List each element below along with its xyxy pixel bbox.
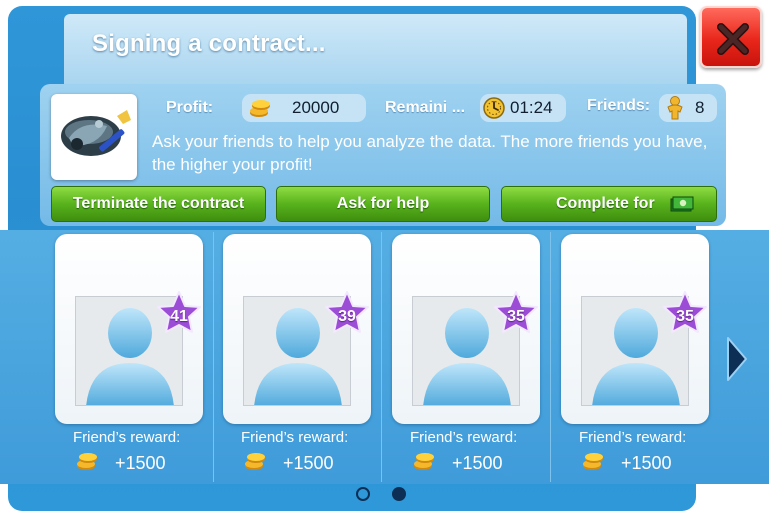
friend-card[interactable]: 35 — [561, 234, 709, 424]
contract-icon — [51, 94, 137, 180]
mechanism-brush-icon — [61, 110, 131, 156]
friend-person-icon — [667, 96, 683, 120]
cash-icon — [670, 196, 694, 212]
profit-pill: 20000 — [242, 94, 366, 122]
page-dot-1[interactable] — [356, 487, 370, 501]
friend-reward-value: +1500 — [621, 453, 672, 473]
friend-reward-label: Friend’s reward: — [579, 429, 687, 446]
coin-icon — [250, 100, 270, 117]
friend-card[interactable]: 35 — [392, 234, 540, 424]
clock-icon — [483, 97, 505, 119]
friend-reward-label: Friend’s reward: — [73, 429, 181, 446]
friend-reward-label: Friend’s reward: — [241, 429, 349, 446]
profit-label: Profit: — [166, 99, 214, 116]
friend-reward-value: +1500 — [452, 453, 503, 473]
dialog-title: Signing a contract... — [92, 30, 326, 57]
card-divider — [550, 232, 551, 482]
friend-reward-value: +1500 — [283, 453, 334, 473]
close-button[interactable] — [700, 6, 762, 68]
friend-level: 35 — [507, 308, 525, 325]
friends-label: Friends: — [587, 97, 651, 114]
card-divider — [213, 232, 214, 482]
profit-value: 20000 — [292, 98, 340, 117]
coin-icon — [243, 450, 267, 477]
timer-pill: 01:24 — [480, 94, 566, 122]
friends-count: 8 — [695, 98, 705, 117]
friend-level: 41 — [170, 308, 188, 325]
ask-for-help-button[interactable]: Ask for help — [276, 186, 490, 222]
friends-pill: 8 — [659, 94, 717, 122]
card-divider — [381, 232, 382, 482]
coin-icon — [75, 450, 99, 477]
coin-icon — [581, 450, 605, 477]
remaining-time: 01:24 — [510, 98, 553, 117]
friend-card[interactable]: 41 — [55, 234, 203, 424]
terminate-contract-button[interactable]: Terminate the contract — [51, 186, 266, 222]
coin-icon — [412, 450, 436, 477]
friend-reward-value: +1500 — [115, 453, 166, 473]
friend-level: 39 — [338, 308, 356, 325]
close-x-icon — [717, 23, 749, 55]
friend-reward-label: Friend’s reward: — [410, 429, 518, 446]
remaining-label: Remaini ... — [385, 99, 466, 116]
complete-for-button[interactable]: Complete for — [501, 186, 717, 222]
friend-card[interactable]: 39 — [223, 234, 371, 424]
friend-level: 35 — [676, 308, 694, 325]
contract-description: Ask your friends to help you analyze the… — [152, 132, 708, 174]
page-dot-2[interactable] — [392, 487, 406, 501]
next-page-arrow-icon[interactable] — [724, 336, 750, 382]
complete-for-label: Complete for — [556, 195, 655, 212]
